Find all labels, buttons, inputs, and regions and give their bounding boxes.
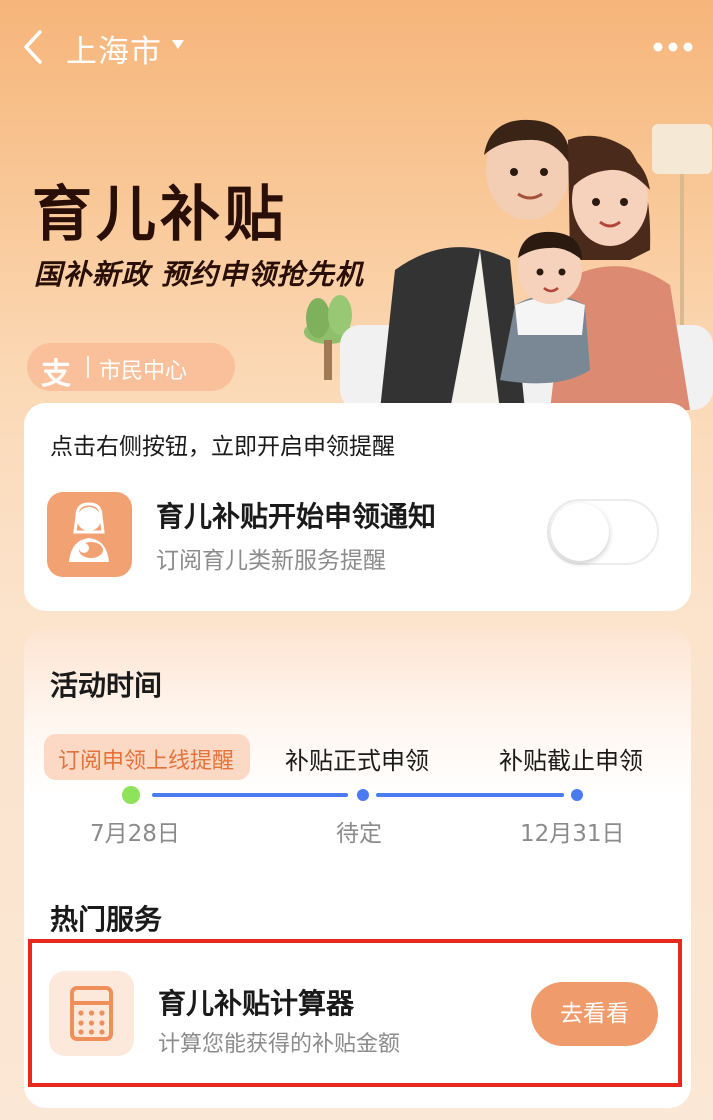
more-dots-icon[interactable] <box>652 40 694 54</box>
services-title: 热门服务 <box>50 903 163 936</box>
alipay-logo-icon: 支 <box>41 357 71 392</box>
timeline-dot-3 <box>571 789 583 801</box>
hero-title: 育儿补贴 <box>32 180 288 250</box>
mother-baby-icon <box>47 492 132 577</box>
go-see-button[interactable]: 去看看 <box>531 982 658 1046</box>
toggle-knob <box>551 503 609 561</box>
timeline-segment-1 <box>152 793 348 797</box>
stage-date-1: 7月28日 <box>90 821 180 847</box>
citizen-center-badge[interactable]: 支 市民中心 <box>27 343 235 392</box>
stage-label-2: 补贴正式申领 <box>285 747 429 775</box>
notify-hint: 点击右侧按钮，立即开启申领提醒 <box>50 434 395 460</box>
service-title[interactable]: 育儿补贴计算器 <box>158 982 354 1022</box>
timeline-dot-2 <box>357 789 369 801</box>
notify-title: 育儿补贴开始申领通知 <box>156 500 437 533</box>
stage-label-3: 补贴截止申领 <box>499 747 643 775</box>
notify-card: 点击右侧按钮，立即开启申领提醒 育儿补贴开始申领通知 订阅育儿类新服务提醒 <box>24 403 691 611</box>
stage-chip-active: 订阅申领上线提醒 <box>44 734 250 780</box>
notify-toggle[interactable] <box>547 499 659 565</box>
stage-date-3: 12月31日 <box>520 821 625 847</box>
family-illustration <box>304 119 713 410</box>
timeline-segment-2 <box>376 793 564 797</box>
stage-label-1: 订阅申领上线提醒 <box>58 749 235 774</box>
calculator-icon <box>49 971 134 1056</box>
top-bar: 上海市 <box>0 0 713 96</box>
stage-date-2: 待定 <box>336 821 382 847</box>
activity-title: 活动时间 <box>50 669 163 702</box>
service-subtitle: 计算您能获得的补贴金额 <box>158 1032 401 1057</box>
back-arrow-icon[interactable] <box>18 28 50 66</box>
badge-divider <box>87 356 89 378</box>
timeline-dot-active <box>122 786 140 804</box>
city-selector[interactable]: 上海市 <box>66 26 162 71</box>
badge-label: 市民中心 <box>99 359 188 384</box>
notify-subtitle: 订阅育儿类新服务提醒 <box>156 548 386 574</box>
caret-down-icon[interactable] <box>172 40 184 50</box>
